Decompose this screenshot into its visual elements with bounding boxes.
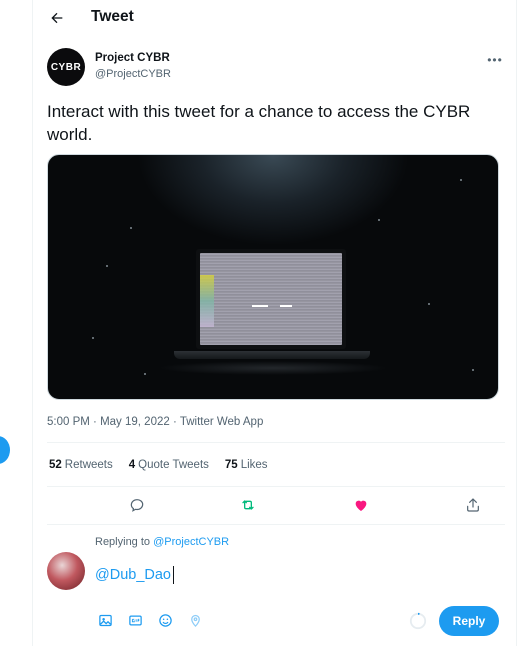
- reply-button[interactable]: [125, 494, 149, 516]
- author-handle[interactable]: @ProjectCYBR: [95, 68, 171, 80]
- location-button[interactable]: [185, 610, 205, 630]
- tweet-time: 5:00 PM: [47, 416, 90, 428]
- divider: [47, 442, 505, 443]
- tweet-source[interactable]: Twitter Web App: [180, 416, 264, 428]
- media-button[interactable]: [95, 610, 115, 630]
- floating-compose-button-edge[interactable]: [0, 436, 10, 464]
- gif-icon: [128, 615, 142, 625]
- laptop-base: [174, 351, 370, 359]
- retweet-icon: [242, 500, 254, 510]
- character-count-ring: [409, 612, 427, 630]
- tweet-media-video[interactable]: [47, 154, 499, 400]
- avatar-logo-text: CYBR: [50, 61, 82, 73]
- reply-input[interactable]: @Dub_Dao: [95, 562, 475, 588]
- share-icon: [467, 498, 479, 512]
- tweet-stats: 52 Retweets 4 Quote Tweets 75 Likes: [49, 459, 268, 471]
- emoji-icon: [158, 613, 172, 627]
- share-button[interactable]: [461, 494, 485, 516]
- reply-submit-button[interactable]: Reply: [439, 606, 499, 636]
- gif-button[interactable]: [125, 610, 145, 630]
- divider: [47, 524, 505, 525]
- image-icon: [98, 614, 112, 626]
- emoji-button[interactable]: [155, 610, 175, 630]
- like-icon: [355, 500, 367, 511]
- quote-tweets-stat[interactable]: 4 Quote Tweets: [129, 459, 209, 471]
- likes-stat[interactable]: 75 Likes: [225, 459, 268, 471]
- replying-to-mention[interactable]: @ProjectCYBR: [153, 536, 229, 548]
- more-icon: •••: [487, 53, 503, 67]
- tweet-date: May 19, 2022: [100, 416, 170, 428]
- tweet-text: Interact with this tweet for a chance to…: [47, 102, 471, 144]
- user-avatar[interactable]: [47, 552, 85, 590]
- retweets-stat[interactable]: 52 Retweets: [49, 459, 113, 471]
- reply-icon: [130, 499, 144, 512]
- text-caret: [172, 566, 174, 584]
- like-button[interactable]: [349, 494, 373, 516]
- tweet-author: CYBR Project CYBR @ProjectCYBR •••: [47, 48, 507, 88]
- location-pin-icon: [190, 614, 200, 627]
- author-avatar[interactable]: CYBR: [47, 48, 85, 86]
- back-button[interactable]: [45, 6, 69, 30]
- divider: [47, 486, 505, 487]
- laptop-screen: [196, 249, 346, 349]
- tweet-metadata: 5:00 PM · May 19, 2022 · Twitter Web App: [47, 416, 264, 428]
- more-options-button[interactable]: •••: [483, 52, 507, 68]
- replying-to: Replying to @ProjectCYBR: [95, 536, 230, 548]
- arrow-left-icon: [51, 12, 63, 24]
- tweet-column: Tweet CYBR Project CYBR @ProjectCYBR •••…: [32, 0, 517, 646]
- tweet-actions: [47, 494, 505, 518]
- page-header: Tweet: [33, 0, 516, 36]
- author-name[interactable]: Project CYBR: [95, 52, 170, 64]
- page-title: Tweet: [91, 8, 134, 25]
- reply-toolbar: [95, 610, 205, 630]
- retweet-button[interactable]: [236, 494, 260, 516]
